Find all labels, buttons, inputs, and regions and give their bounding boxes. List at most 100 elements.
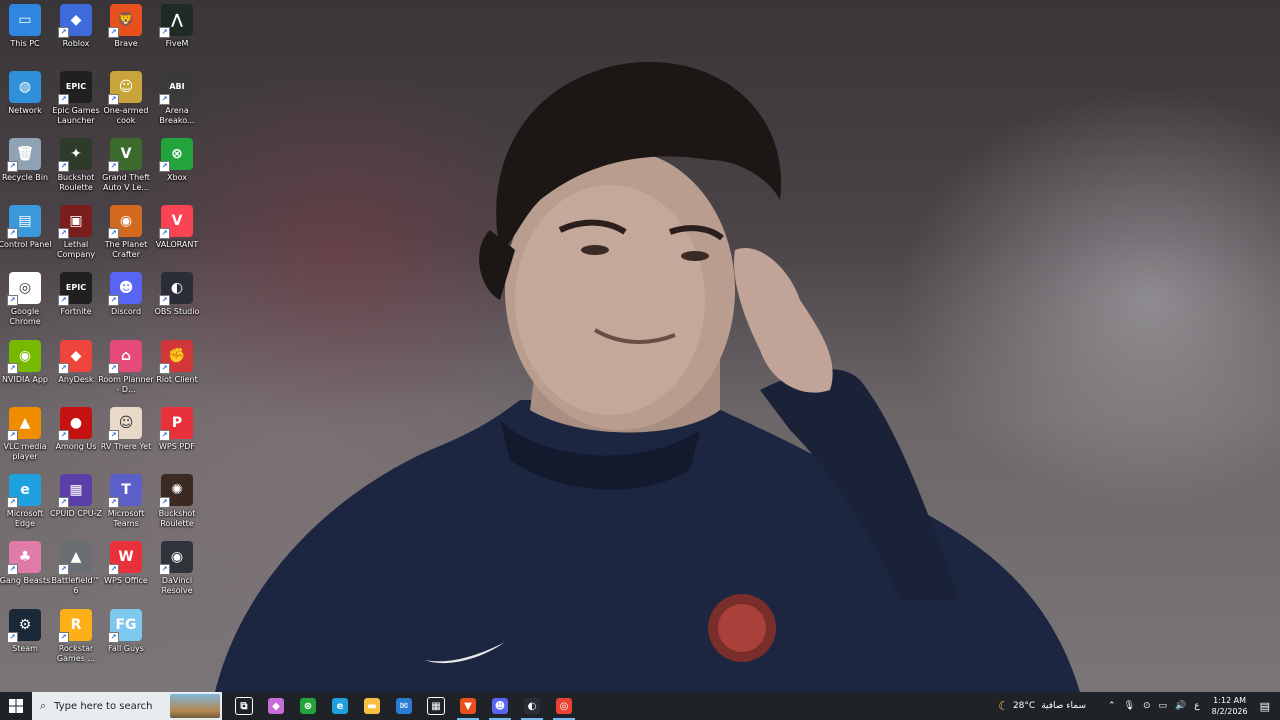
- shortcut-arrow-icon: ↗: [159, 430, 170, 441]
- icon-glyph: ABI: [169, 82, 185, 91]
- desktop-shortcut[interactable]: ▲ ↗ VLC media player: [0, 407, 50, 471]
- store-button[interactable]: ▦: [420, 692, 452, 720]
- shortcut-arrow-icon: ↗: [159, 27, 170, 38]
- discord-icon: ☻ ↗: [108, 272, 142, 306]
- clock[interactable]: 1:12 AM 8/2/2026: [1204, 695, 1256, 717]
- desktop-shortcut[interactable]: ◉ ↗ The Planet Crafter: [101, 205, 151, 269]
- desktop-shortcut[interactable]: ABI ↗ Arena Breako...: [152, 71, 202, 135]
- desktop-shortcut-label: Grand Theft Auto V Le...: [102, 173, 150, 192]
- desktop-shortcut[interactable]: ◆ ↗ Roblox: [51, 4, 101, 68]
- desktop-shortcut[interactable]: ▤ ↗ Control Panel: [0, 205, 52, 269]
- desktop-shortcut[interactable]: ◍ Network: [0, 71, 50, 135]
- desktop-shortcut[interactable]: ☺ ↗ One-armed cook: [101, 71, 151, 135]
- icon-glyph: ◉: [18, 348, 32, 364]
- obs-taskbar-button[interactable]: ◐: [516, 692, 548, 720]
- fortnite-icon: EPIC ↗: [58, 272, 92, 306]
- desktop-shortcut[interactable]: ▲ ↗ Battlefield™ 6: [51, 541, 101, 605]
- file-explorer-button[interactable]: ▬: [356, 692, 388, 720]
- desktop-shortcut[interactable]: ☺ ↗ RV There Yet: [101, 407, 151, 471]
- desktop-shortcut[interactable]: e ↗ Microsoft Edge: [0, 474, 50, 538]
- desktop-shortcut[interactable]: R ↗ Rockstar Games ...: [51, 609, 101, 673]
- desktop-shortcut-label: Buckshot Roulette: [57, 173, 95, 192]
- language-indicator[interactable]: ع: [1190, 701, 1203, 711]
- microphone-icon[interactable]: 🎙: [1120, 701, 1139, 711]
- desktop-shortcut[interactable]: ⋀ ↗ FiveM: [152, 4, 202, 68]
- shortcut-arrow-icon: ↗: [58, 161, 69, 172]
- icon-glyph: ▭: [18, 12, 32, 28]
- this-pc-icon: ▭: [9, 4, 41, 36]
- roblox-icon: ◆ ↗: [58, 4, 92, 38]
- edge-taskbar-button[interactable]: e: [324, 692, 356, 720]
- desktop-shortcut-label: Buckshot Roulette: [158, 509, 196, 528]
- nvidia-icon: ◉ ↗: [7, 340, 41, 374]
- icon-glyph: V: [120, 146, 132, 162]
- volume-icon[interactable]: 🔊: [1171, 701, 1190, 711]
- search-placeholder: Type here to search: [54, 700, 153, 712]
- taskbar: ⌕ Type here to search ⧉ ◆ ⊗ e ▬ ✉ ▦ ▼ ☻ ◐ ◎ ☾ 28°C…: [0, 692, 1280, 720]
- desktop-shortcut-label: Battlefield™ 6: [51, 576, 101, 595]
- copilot-button[interactable]: ◆: [260, 692, 292, 720]
- discord-taskbar-button[interactable]: ☻: [484, 692, 516, 720]
- desktop-shortcut[interactable]: EPIC ↗ Fortnite: [51, 272, 101, 336]
- task-view-button[interactable]: ⧉: [228, 692, 260, 720]
- desktop-shortcut[interactable]: V ↗ Grand Theft Auto V Le...: [101, 138, 151, 202]
- desktop-shortcut-label: NVIDIA App: [2, 375, 48, 384]
- desktop-shortcut-label: Control Panel: [0, 240, 52, 249]
- shortcut-arrow-icon: ↗: [58, 564, 69, 575]
- desktop-shortcut[interactable]: ▣ ↗ Lethal Company: [51, 205, 101, 269]
- chrome-taskbar-button[interactable]: ◎: [548, 692, 580, 720]
- desktop-shortcut[interactable]: ◐ ↗ OBS Studio: [152, 272, 202, 336]
- start-button[interactable]: [0, 692, 32, 720]
- desktop-shortcut[interactable]: ◉ ↗ NVIDIA App: [0, 340, 50, 404]
- icon-glyph: ▣: [69, 213, 83, 229]
- taskbar-pinned-apps: ⧉ ◆ ⊗ e ▬ ✉ ▦ ▼ ☻ ◐ ◎: [228, 692, 580, 720]
- xbox-taskbar-button[interactable]: ⊗: [292, 692, 324, 720]
- desktop-shortcut[interactable]: ⌂ ↗ Room Planner - D...: [98, 340, 154, 404]
- desktop-shortcut-label: Room Planner - D...: [98, 375, 154, 394]
- desktop-shortcut-label: Riot Client: [156, 375, 198, 384]
- desktop-shortcut[interactable]: ✦ ↗ Buckshot Roulette: [51, 138, 101, 202]
- desktop-shortcut[interactable]: EPIC ↗ Epic Games Launcher: [51, 71, 101, 135]
- desktop-shortcut[interactable]: V ↗ VALORANT: [152, 205, 202, 269]
- search-icon: ⌕: [40, 699, 47, 712]
- desktop-shortcut[interactable]: ▭ This PC: [0, 4, 50, 68]
- icon-glyph: ✊: [168, 348, 186, 364]
- icon-glyph: EPIC: [65, 283, 87, 292]
- desktop-shortcut-label: VLC media player: [3, 442, 47, 461]
- desktop-shortcut[interactable]: ⊗ ↗ Xbox: [152, 138, 202, 202]
- desktop-shortcut[interactable]: ✊ ↗ Riot Client: [152, 340, 202, 404]
- notifications-icon[interactable]: ▤: [1256, 700, 1280, 713]
- icon-glyph: ✦: [70, 146, 82, 162]
- desktop-shortcut[interactable]: T ↗ Microsoft Teams: [101, 474, 151, 538]
- desktop-shortcut-label: DaVinci Resolve: [161, 576, 193, 595]
- taskbar-search-box[interactable]: ⌕ Type here to search: [32, 692, 222, 720]
- desktop-shortcut-label: VALORANT: [155, 240, 199, 249]
- icon-glyph: ◉: [170, 549, 184, 565]
- desktop-shortcut[interactable]: ⚙ ↗ Steam: [0, 609, 50, 673]
- buckshot-roulette-2-icon: ✺ ↗: [159, 474, 193, 508]
- desktop-shortcut[interactable]: FG ↗ Fall Guys: [101, 609, 151, 673]
- icon-glyph: P: [171, 415, 183, 431]
- desktop-shortcut[interactable]: 🗑 ↗ Recycle Bin: [0, 138, 50, 202]
- mail-button[interactable]: ✉: [388, 692, 420, 720]
- desktop-shortcut[interactable]: ◆ ↗ AnyDesk: [51, 340, 101, 404]
- desktop-shortcut[interactable]: ◉ ↗ DaVinci Resolve: [152, 541, 202, 605]
- desktop-shortcut[interactable]: 🦁 ↗ Brave: [101, 4, 151, 68]
- desktop-shortcut[interactable]: ♣ ↗ Gang Beasts: [0, 541, 50, 605]
- desktop-shortcut[interactable]: ◎ ↗ Google Chrome: [0, 272, 50, 336]
- desktop-shortcut-label: Fall Guys: [108, 644, 144, 653]
- weather-widget[interactable]: ☾ 28°C سماء صافية: [994, 699, 1090, 713]
- desktop-shortcut-label: Discord: [110, 307, 142, 316]
- network-tray-icon[interactable]: ▭: [1155, 701, 1172, 711]
- location-icon[interactable]: ⊙: [1139, 701, 1155, 711]
- icon-glyph: FG: [115, 617, 137, 633]
- desktop-shortcut[interactable]: ● ↗ Among Us: [51, 407, 101, 471]
- desktop-shortcut[interactable]: ✺ ↗ Buckshot Roulette: [152, 474, 202, 538]
- windows-logo-icon: [9, 699, 23, 713]
- brave-taskbar-button[interactable]: ▼: [452, 692, 484, 720]
- show-hidden-icons-button[interactable]: ⌃: [1104, 701, 1120, 711]
- desktop-shortcut[interactable]: ☻ ↗ Discord: [101, 272, 151, 336]
- desktop-shortcut[interactable]: ▦ ↗ CPUID CPU-Z: [50, 474, 102, 538]
- desktop-shortcut[interactable]: P ↗ WPS PDF: [152, 407, 202, 471]
- desktop-shortcut[interactable]: W ↗ WPS Office: [101, 541, 151, 605]
